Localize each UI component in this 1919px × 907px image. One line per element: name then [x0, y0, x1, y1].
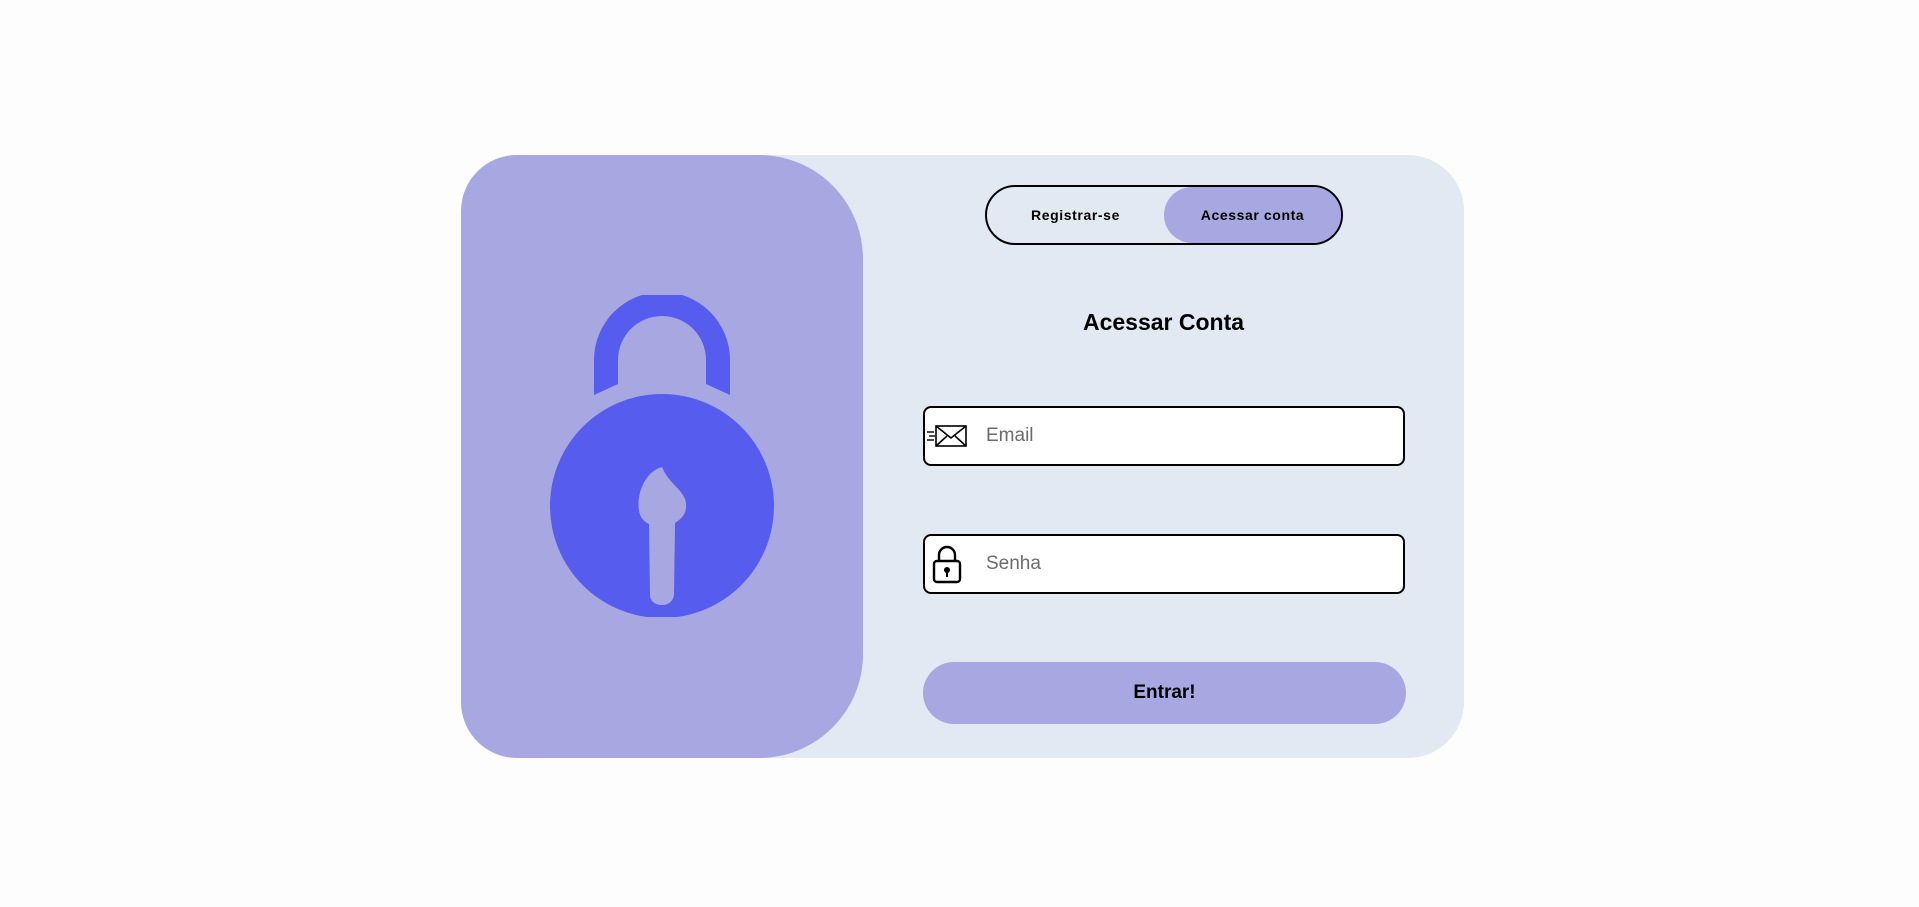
padlock-icon	[550, 295, 774, 617]
submit-button[interactable]: Entrar!	[923, 662, 1406, 724]
auth-mode-toggle: Registrar-se Acessar conta	[985, 185, 1343, 245]
login-card: Registrar-se Acessar conta Acessar Conta	[461, 155, 1464, 758]
password-field	[923, 534, 1405, 594]
form-title: Acessar Conta	[1082, 309, 1245, 335]
illustration-panel	[461, 155, 863, 758]
register-tab[interactable]: Registrar-se	[987, 187, 1164, 243]
login-tab[interactable]: Acessar conta	[1164, 187, 1341, 243]
form-panel: Registrar-se Acessar conta Acessar Conta	[863, 155, 1464, 758]
lock-icon	[925, 536, 969, 592]
email-field	[923, 406, 1405, 466]
email-input[interactable]	[984, 424, 1388, 448]
envelope-icon	[925, 408, 969, 464]
password-input[interactable]	[984, 552, 1388, 576]
